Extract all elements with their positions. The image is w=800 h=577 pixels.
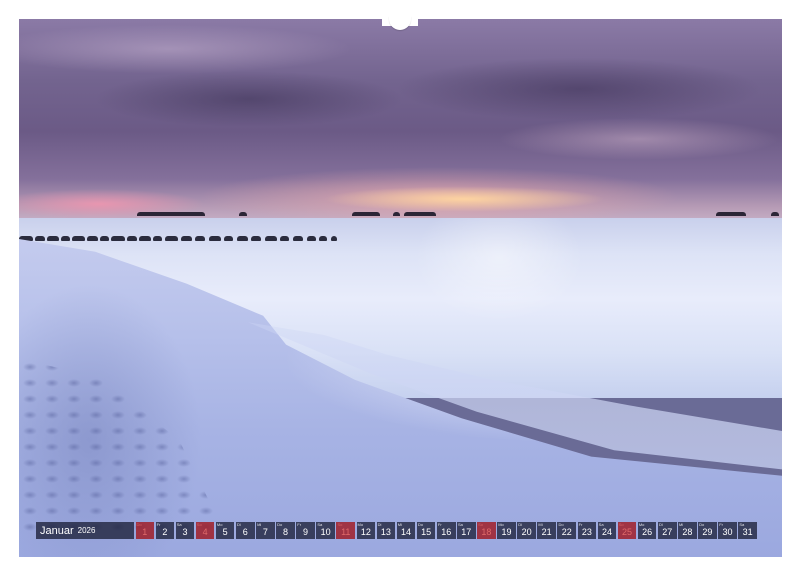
month-year: 2026 [77,526,96,535]
day-number: 8 [282,527,288,537]
day-number: 19 [501,527,512,537]
island [404,212,436,216]
calendar-day: Di 13 [376,522,396,539]
calendar-day: Fr 9 [296,522,315,539]
day-number: 14 [401,527,412,537]
month-name: Januar [40,524,74,537]
calendar-day: Fr 30 [718,522,737,539]
day-number: 22 [561,527,572,537]
island [393,212,400,216]
day-number: 13 [380,527,391,537]
calendar-day: Mo 5 [215,522,235,539]
calendar-day: Fr 2 [155,522,175,539]
calendar-day: Sa 17 [457,522,476,539]
island [352,212,380,216]
calendar-day: Mo 19 [497,522,516,539]
day-number: 25 [622,527,633,537]
calendar-day: Mo 12 [356,522,376,539]
calendar-day: Do 22 [557,522,577,539]
day-number: 15 [421,527,432,537]
calendar-day: Di 6 [235,522,255,539]
day-number: 23 [581,527,592,537]
day-number: 21 [541,527,552,537]
day-number: 30 [722,527,733,537]
island [137,212,205,216]
calendar-day: So 4 [195,522,215,539]
calendar-day: Sa 3 [175,522,195,539]
day-number: 29 [702,527,713,537]
calendar-day: Do 1 [135,522,155,539]
calendar-day: Mi 21 [537,522,556,539]
day-number: 2 [162,527,168,537]
calendar-day: So 18 [477,522,496,539]
day-number: 5 [222,527,228,537]
day-number: 4 [202,527,208,537]
calendar-day: Fr 16 [436,522,456,539]
day-number: 17 [461,527,472,537]
calendar-day: So 11 [336,522,356,539]
day-number: 16 [441,527,452,537]
beach-sunset-photo [19,19,782,557]
calendar-day: Sa 24 [597,522,617,539]
calendar-day: Mo 26 [637,522,657,539]
calendar-day: Sa 31 [738,522,757,539]
breakwater-rocks [19,233,341,241]
calendar-day: Mi 14 [396,522,416,539]
day-number: 18 [481,527,492,537]
day-number: 27 [662,527,673,537]
day-number: 7 [262,527,268,537]
day-number: 12 [360,527,371,537]
calendar-day: Fr 23 [577,522,597,539]
day-number: 20 [521,527,532,537]
calendar-day: Di 27 [657,522,677,539]
day-number: 3 [182,527,188,537]
day-number: 1 [142,527,148,537]
calendar-day: Do 15 [416,522,436,539]
day-number: 28 [682,527,693,537]
sky [19,19,782,224]
calendar-day: Do 29 [698,522,717,539]
day-number: 31 [742,527,753,537]
calendar-strip: Januar 2026 Do 1 Fr 2 Sa 3 So 4 Mo 5 Di 6 Mi 7 Do 8 Fr 9 S… [36,522,764,539]
island [716,212,746,216]
calendar-day: Mi 7 [256,522,275,539]
day-number: 9 [303,527,309,537]
day-number: 11 [341,527,351,537]
island [771,212,779,216]
calendar-day: Di 20 [517,522,536,539]
day-number: 24 [601,527,612,537]
calendar-day: Sa 10 [316,522,335,539]
calendar-day: Do 8 [276,522,295,539]
day-number: 6 [242,527,248,537]
month-label: Januar 2026 [36,522,134,539]
day-number: 26 [642,527,653,537]
island [239,212,247,216]
calendar-day: Mi 28 [678,522,697,539]
calendar-day: So 25 [617,522,637,539]
day-number: 10 [320,527,331,537]
